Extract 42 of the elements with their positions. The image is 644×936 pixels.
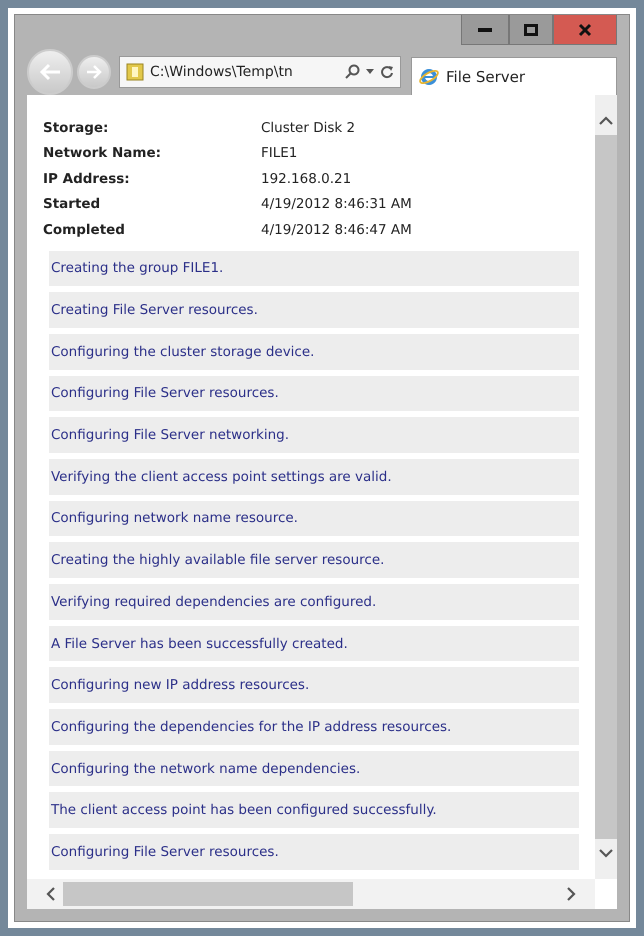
- log-entry: Configuring the dependencies for the IP address resources.: [49, 709, 579, 745]
- vertical-scrollbar-thumb[interactable]: [595, 135, 617, 839]
- log-entry: Verifying required dependencies are configured.: [49, 584, 579, 620]
- close-button[interactable]: [553, 15, 617, 45]
- back-arrow-icon: [38, 62, 62, 82]
- log-entry: Configuring File Server networking.: [49, 417, 579, 453]
- maximize-button[interactable]: [509, 15, 553, 45]
- browser-tab[interactable]: File Server: [411, 57, 617, 95]
- log-entry: Configuring new IP address resources.: [49, 667, 579, 704]
- log-entry: Configuring the cluster storage device.: [49, 334, 579, 370]
- log-entry: Configuring File Server resources.: [49, 834, 579, 870]
- log-entry: The client access point has been configured successfully.: [49, 792, 579, 828]
- detail-value: FILE1: [261, 145, 298, 162]
- close-icon: [578, 22, 592, 36]
- detail-value: 4/19/2012 8:46:31 AM: [261, 196, 413, 212]
- detail-label: Network Name:: [43, 145, 162, 162]
- maximize-icon: [524, 24, 538, 36]
- log-entry: Creating the group FILE1.: [49, 250, 579, 286]
- dropdown-icon[interactable]: [366, 69, 374, 75]
- search-icon[interactable]: [344, 64, 360, 80]
- address-text: C:\Windows\Temp\tn: [150, 64, 294, 80]
- log-entry: Creating the highly available file server resource.: [49, 542, 579, 578]
- log-entry: Configuring network name resource.: [49, 500, 579, 536]
- forward-arrow-icon: [85, 64, 103, 80]
- detail-value: 4/19/2012 8:46:47 AM: [261, 222, 413, 238]
- log-entry: Creating File Server resources.: [49, 292, 579, 328]
- minimize-icon: [478, 28, 492, 32]
- detail-label: Completed: [43, 222, 126, 238]
- log-entry: Verifying the client access point settings are valid.: [49, 458, 579, 495]
- minimize-button[interactable]: [461, 15, 509, 45]
- page-icon: [126, 62, 144, 82]
- log-entry: A File Server has been successfully created.: [49, 626, 579, 662]
- log-entry: Configuring File Server resources.: [49, 376, 579, 412]
- detail-value: Cluster Disk 2: [261, 120, 356, 136]
- detail-label: IP Address:: [43, 170, 131, 187]
- log-entry: Configuring the network name dependencies.: [49, 750, 579, 786]
- refresh-icon[interactable]: [380, 65, 394, 79]
- detail-value: 192.168.0.21: [261, 170, 352, 187]
- horizontal-scrollbar-thumb[interactable]: [63, 882, 353, 906]
- detail-label: Started: [43, 196, 102, 212]
- address-bar[interactable]: C:\Windows\Temp\tn: [119, 56, 401, 88]
- detail-label: Storage:: [43, 120, 110, 136]
